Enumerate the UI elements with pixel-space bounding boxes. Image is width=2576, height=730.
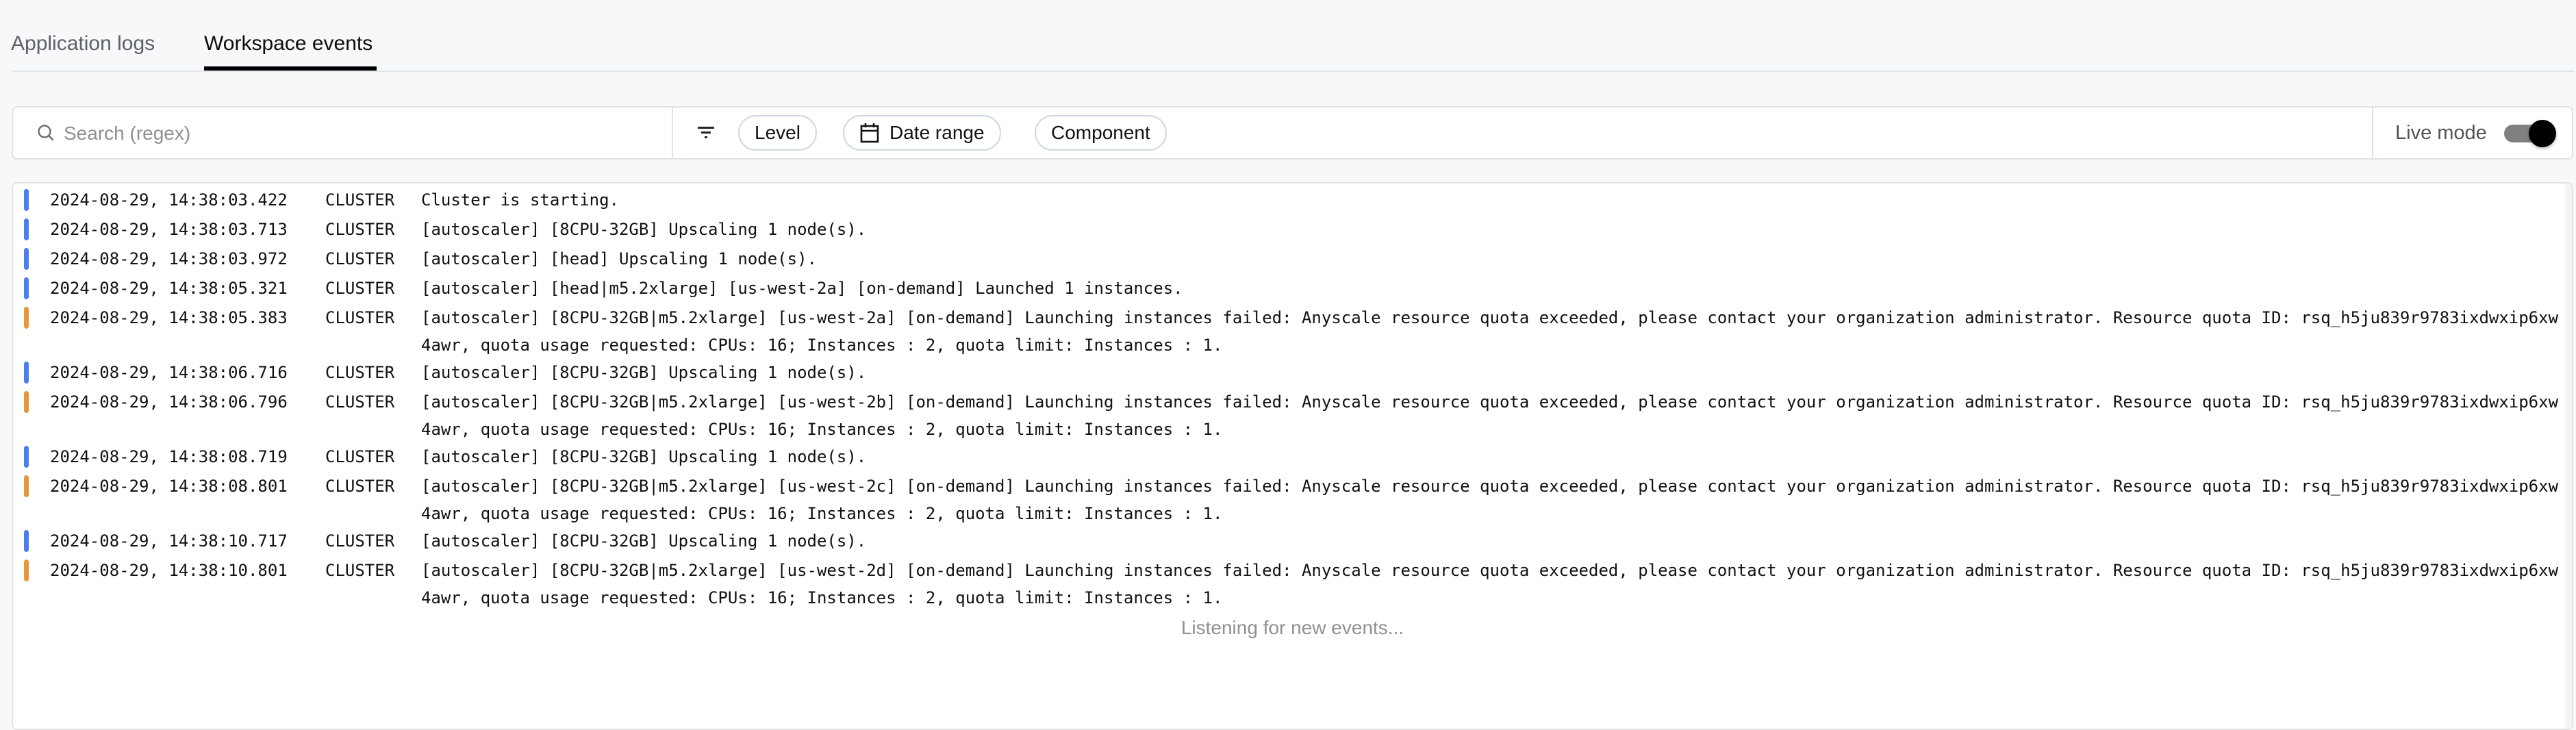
log-component: CLUSTER <box>325 392 395 412</box>
date-range-filter-label: Date range <box>889 122 985 143</box>
log-timestamp: 2024-08-29, 14:38:08.719 <box>50 447 288 466</box>
log-entry: 2024-08-29, 14:38:10.717 CLUSTER [autoscal… <box>13 527 2572 557</box>
log-message: [autoscaler] [8CPU-32GB|m5.2xlarge] [us-… <box>421 308 2559 355</box>
log-message: [autoscaler] [8CPU-32GB] Upscaling 1 nod… <box>421 363 867 382</box>
listening-status: Listening for new events... <box>1180 617 1404 638</box>
tab-application-logs[interactable]: Application logs <box>11 30 155 58</box>
info-level-indicator <box>24 446 29 468</box>
info-level-indicator <box>24 530 29 552</box>
log-timestamp: 2024-08-29, 14:38:05.383 <box>50 308 288 327</box>
info-level-indicator <box>24 362 29 383</box>
log-timestamp: 2024-08-29, 14:38:10.801 <box>50 561 288 580</box>
log-entry: 2024-08-29, 14:38:03.713 CLUSTER [autoscal… <box>13 216 2572 245</box>
log-entry: 2024-08-29, 14:38:05.383 CLUSTER [autoscal… <box>13 304 2572 359</box>
log-entry: 2024-08-29, 14:38:03.972 CLUSTER [autoscal… <box>13 245 2572 275</box>
log-message: [autoscaler] [8CPU-32GB|m5.2xlarge] [us-… <box>421 477 2559 523</box>
active-tab-indicator <box>204 66 377 71</box>
toggle-thumb <box>2529 120 2556 147</box>
warning-level-indicator <box>24 391 29 413</box>
component-filter-label: Component <box>1051 122 1150 143</box>
log-component: CLUSTER <box>325 279 395 298</box>
component-filter-button[interactable]: Component <box>1035 115 1167 151</box>
event-log-panel: 2024-08-29, 14:38:03.422 CLUSTER Cluster i… <box>12 182 2573 730</box>
log-entry: 2024-08-29, 14:38:03.422 CLUSTER Cluster i… <box>13 186 2572 216</box>
level-filter-button[interactable]: Level <box>738 115 817 151</box>
log-component: CLUSTER <box>325 447 395 466</box>
log-entry: 2024-08-29, 14:38:05.321 CLUSTER [autoscal… <box>13 275 2572 304</box>
log-timestamp: 2024-08-29, 14:38:03.422 <box>50 190 288 210</box>
info-level-indicator <box>24 189 29 211</box>
log-timestamp: 2024-08-29, 14:38:05.321 <box>50 279 288 298</box>
search-box <box>13 108 673 158</box>
log-component: CLUSTER <box>325 249 395 268</box>
info-level-indicator <box>24 218 29 240</box>
log-timestamp: 2024-08-29, 14:38:08.801 <box>50 477 288 496</box>
log-message: [autoscaler] [8CPU-32GB|m5.2xlarge] [us-… <box>421 392 2559 439</box>
warning-level-indicator <box>24 475 29 497</box>
log-message: [autoscaler] [8CPU-32GB] Upscaling 1 nod… <box>421 220 867 239</box>
live-mode-label: Live mode <box>2395 122 2487 144</box>
filter-icon[interactable] <box>696 123 716 143</box>
live-mode-section: Live mode <box>2372 108 2573 158</box>
log-message: [autoscaler] [head] Upscaling 1 node(s). <box>421 249 817 268</box>
level-filter-label: Level <box>755 122 800 143</box>
log-component: CLUSTER <box>325 220 395 239</box>
log-component: CLUSTER <box>325 190 395 210</box>
log-component: CLUSTER <box>325 477 395 496</box>
log-component: CLUSTER <box>325 531 395 551</box>
log-entry: 2024-08-29, 14:38:10.801 CLUSTER [autoscal… <box>13 557 2572 612</box>
log-entry: 2024-08-29, 14:38:06.796 CLUSTER [autoscal… <box>13 388 2572 443</box>
search-input[interactable] <box>62 116 654 151</box>
log-component: CLUSTER <box>325 561 395 580</box>
log-toolbar: Level Date range Component Live mode <box>12 106 2573 160</box>
log-component: CLUSTER <box>325 308 395 327</box>
event-log-list: 2024-08-29, 14:38:03.422 CLUSTER Cluster i… <box>13 186 2572 642</box>
log-message: [autoscaler] [8CPU-32GB|m5.2xlarge] [us-… <box>421 561 2559 607</box>
warning-level-indicator <box>24 559 29 581</box>
warning-level-indicator <box>24 307 29 329</box>
log-entry: 2024-08-29, 14:38:06.716 CLUSTER [autoscal… <box>13 359 2572 388</box>
info-level-indicator <box>24 248 29 270</box>
log-message: Cluster is starting. <box>421 190 619 210</box>
info-level-indicator <box>24 277 29 299</box>
log-timestamp: 2024-08-29, 14:38:10.717 <box>50 531 288 551</box>
search-icon <box>36 123 55 142</box>
live-mode-toggle[interactable] <box>2504 119 2558 148</box>
log-timestamp: 2024-08-29, 14:38:06.796 <box>50 392 288 412</box>
log-component: CLUSTER <box>325 363 395 382</box>
log-message: [autoscaler] [8CPU-32GB] Upscaling 1 nod… <box>421 447 867 466</box>
log-timestamp: 2024-08-29, 14:38:06.716 <box>50 363 288 382</box>
log-timestamp: 2024-08-29, 14:38:03.972 <box>50 249 288 268</box>
tab-workspace-events[interactable]: Workspace events <box>204 30 372 58</box>
scrollbar[interactable] <box>2565 184 2572 729</box>
log-message: [autoscaler] [head|m5.2xlarge] [us-west-… <box>421 279 1183 298</box>
log-timestamp: 2024-08-29, 14:38:03.713 <box>50 220 288 239</box>
calendar-icon <box>860 123 879 143</box>
tab-bar: Application logs Workspace events <box>11 0 2575 72</box>
log-entry: 2024-08-29, 14:38:08.801 CLUSTER [autoscal… <box>13 473 2572 527</box>
log-message: [autoscaler] [8CPU-32GB] Upscaling 1 nod… <box>421 531 867 551</box>
date-range-filter-button[interactable]: Date range <box>843 115 1001 151</box>
log-entry: 2024-08-29, 14:38:08.719 CLUSTER [autoscal… <box>13 443 2572 473</box>
